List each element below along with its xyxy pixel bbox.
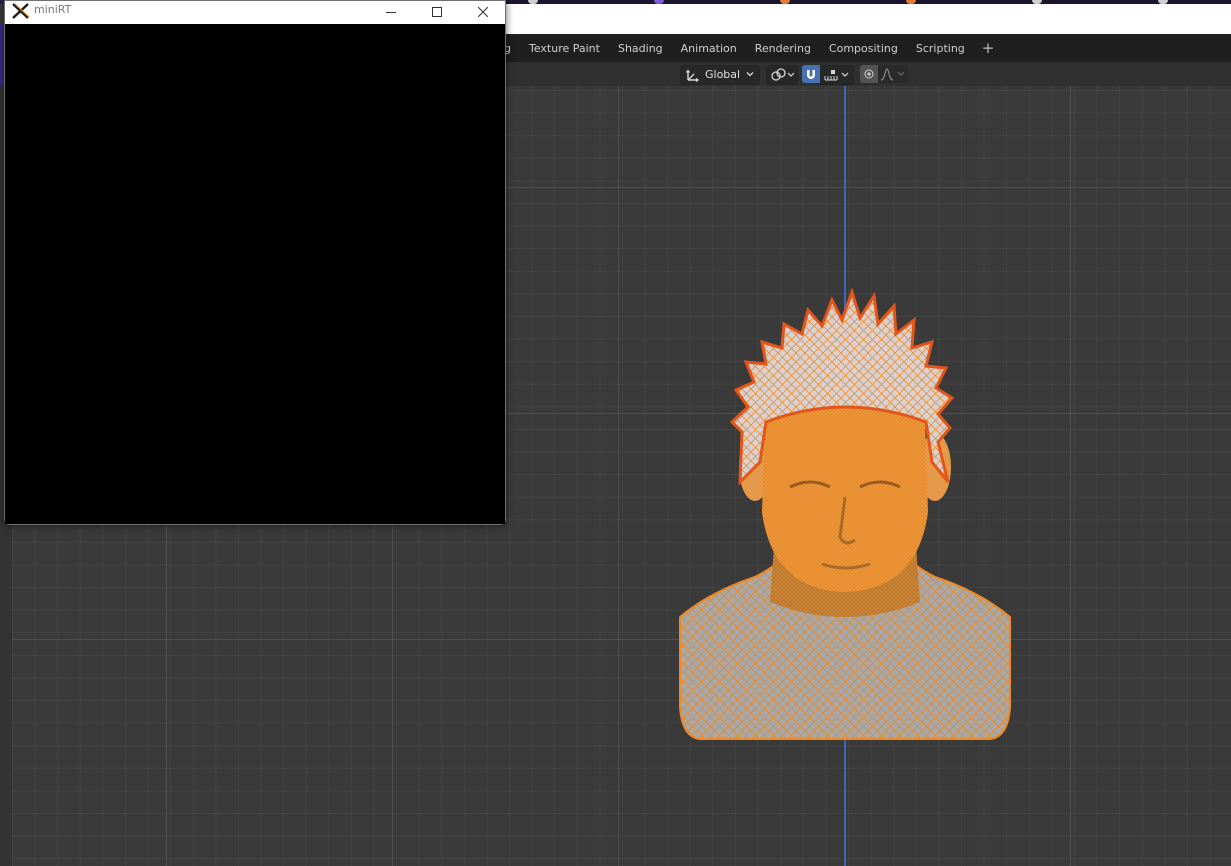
maximize-button[interactable] [414, 1, 460, 24]
tab-compositing[interactable]: Compositing [820, 34, 907, 62]
tab-scripting[interactable]: Scripting [907, 34, 974, 62]
proportional-editing-toggle[interactable] [860, 65, 878, 83]
close-icon [478, 7, 488, 17]
add-workspace-button[interactable]: + [974, 34, 1003, 62]
workspace-tabs: g Texture Paint Shading Animation Render… [504, 34, 1231, 62]
tab-rendering[interactable]: Rendering [746, 34, 820, 62]
snap-increment-icon [824, 70, 849, 81]
orientation-axes-icon [686, 69, 699, 82]
falloff-curve-icon [880, 68, 905, 81]
close-button[interactable] [460, 1, 506, 24]
tab-animation[interactable]: Animation [672, 34, 746, 62]
snap-element-dropdown[interactable] [820, 65, 854, 85]
magnet-icon [807, 70, 815, 79]
window-title: miniRT [34, 3, 72, 16]
pivot-link-icon [771, 68, 795, 81]
maximize-icon [432, 7, 442, 17]
snap-toggle-button[interactable] [802, 65, 820, 83]
proportional-falloff-dropdown[interactable] [878, 65, 908, 83]
minirt-window[interactable]: miniRT [4, 0, 506, 525]
render-canvas[interactable] [5, 24, 505, 524]
grid-line [618, 86, 619, 866]
transform-orientation-dropdown[interactable]: Global [680, 65, 760, 85]
chevron-down-icon [746, 72, 754, 77]
tab-shading[interactable]: Shading [609, 34, 672, 62]
pivot-point-dropdown[interactable] [766, 65, 798, 85]
viewport-header: Global [504, 62, 1231, 86]
head-bust-mesh[interactable] [670, 272, 1020, 757]
tab-modeling-partial[interactable]: g [504, 34, 520, 62]
address-bar-area [504, 4, 1231, 34]
minimize-button[interactable] [368, 1, 414, 24]
tab-texture-paint[interactable]: Texture Paint [520, 34, 609, 62]
window-title-bar[interactable]: miniRT [5, 1, 505, 24]
minimize-icon [386, 12, 396, 13]
orientation-label: Global [705, 68, 741, 81]
grid-line [1070, 86, 1071, 866]
grid-line [0, 639, 1231, 640]
proportional-dot-icon [864, 69, 874, 79]
x-window-logo-icon [12, 3, 30, 19]
